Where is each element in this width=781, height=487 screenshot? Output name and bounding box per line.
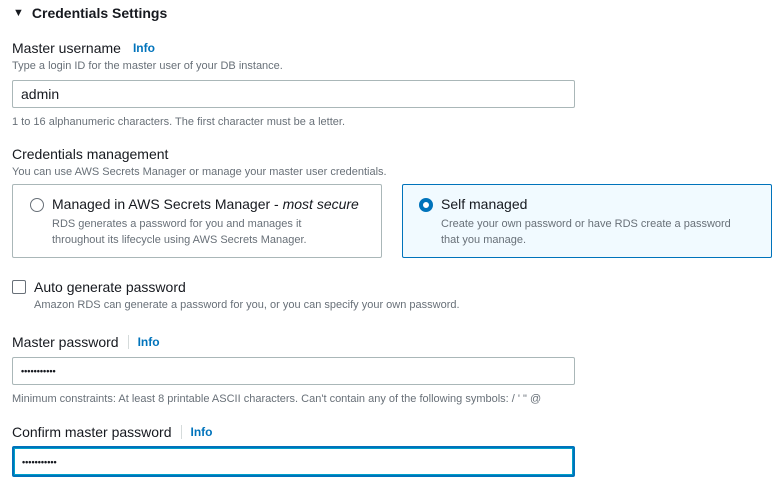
radio-self-managed[interactable] — [419, 198, 433, 212]
tile-self-managed[interactable]: Self managed Create your own password or… — [402, 184, 772, 258]
tile-self-managed-desc: Create your own password or have RDS cre… — [441, 218, 731, 246]
credentials-management-label: Credentials management — [12, 146, 169, 162]
master-username-description: Type a login ID for the master user of y… — [12, 60, 283, 72]
master-username-info-link[interactable]: Info — [133, 41, 155, 55]
tile-secrets-manager-desc: RDS generates a password for you and man… — [52, 218, 307, 246]
auto-generate-description: Amazon RDS can generate a password for y… — [34, 299, 460, 311]
auto-generate-checkbox[interactable] — [12, 280, 26, 294]
master-password-input[interactable] — [12, 357, 575, 385]
master-username-constraint: 1 to 16 alphanumeric characters. The fir… — [12, 116, 346, 128]
radio-secrets-manager[interactable] — [30, 198, 44, 212]
tile-self-managed-title: Self managed — [441, 196, 528, 212]
auto-generate-label[interactable]: Auto generate password — [34, 278, 186, 296]
master-username-label: Master username Info — [12, 40, 155, 56]
master-password-constraint: Minimum constraints: At least 8 printabl… — [12, 393, 542, 405]
master-password-info-link[interactable]: Info — [127, 335, 160, 349]
confirm-password-info-link[interactable]: Info — [180, 425, 213, 439]
section-header[interactable]: ▼ Credentials Settings — [13, 4, 167, 22]
section-title: Credentials Settings — [31, 5, 168, 21]
master-password-label: Master password Info — [12, 334, 160, 350]
caret-down-icon[interactable]: ▼ — [13, 4, 24, 22]
confirm-password-label: Confirm master password Info — [12, 424, 213, 440]
master-username-input[interactable] — [12, 80, 575, 108]
credentials-management-description: You can use AWS Secrets Manager or manag… — [12, 166, 387, 178]
tile-secrets-manager-title: Managed in AWS Secrets Manager - most se… — [52, 196, 359, 212]
confirm-password-input[interactable] — [12, 446, 575, 477]
tile-secrets-manager[interactable]: Managed in AWS Secrets Manager - most se… — [12, 184, 382, 258]
